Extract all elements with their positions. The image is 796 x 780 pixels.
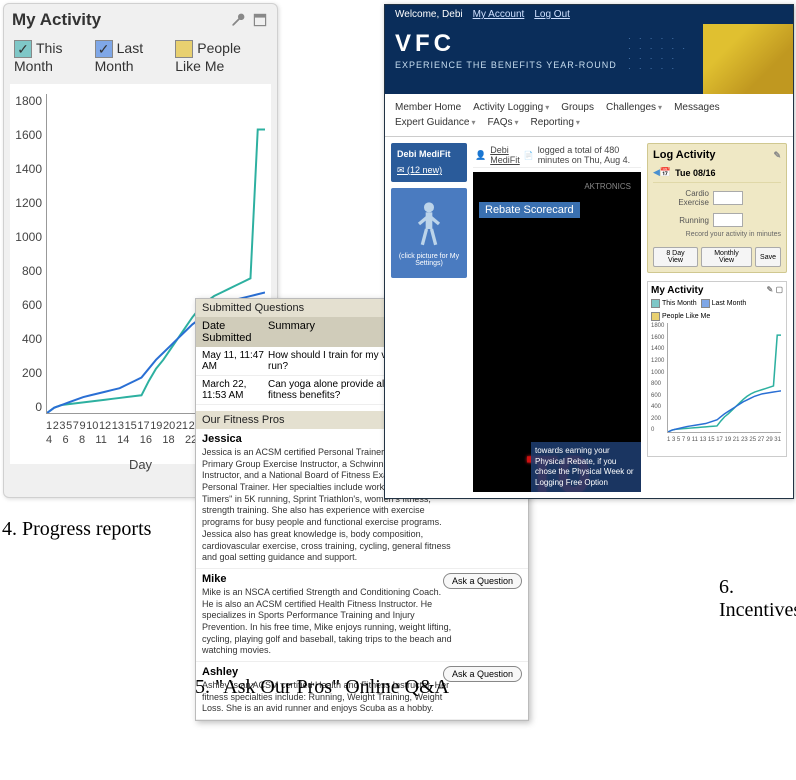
ask-question-button[interactable]: Ask a Question bbox=[443, 573, 522, 589]
user-card: Debi MediFit ✉ (12 new) bbox=[391, 143, 467, 182]
8-day-view-button[interactable]: 8 Day View bbox=[653, 247, 698, 267]
welcome-text: Welcome, Debi bbox=[395, 9, 463, 20]
nav-challenges[interactable]: Challenges bbox=[600, 100, 668, 115]
nav-activity-logging[interactable]: Activity Logging bbox=[467, 100, 555, 115]
log-activity-title: Log Activity bbox=[653, 149, 716, 161]
mini-legend: This Month Last Month People Like Me bbox=[651, 299, 783, 321]
mini-activity-title: My Activity bbox=[651, 285, 703, 296]
activity-title: My Activity bbox=[12, 10, 101, 30]
activity-legend: ✓This Month ✓Last Month People Like Me bbox=[4, 36, 277, 84]
activity-tools bbox=[229, 11, 269, 29]
cardio-row: Cardio Exercise bbox=[653, 189, 781, 207]
pro-bio: Mike is an NSCA certified Strength and C… bbox=[202, 587, 452, 657]
vfc-right-column: Log Activity ✎ ◀📅 Tue 08/16 Cardio Exerci… bbox=[647, 143, 787, 492]
legend-last-month[interactable]: ✓Last Month bbox=[95, 40, 166, 74]
mini-tools[interactable]: ✎ ▢ bbox=[767, 285, 783, 296]
mini-legend-lm[interactable]: Last Month bbox=[701, 299, 747, 308]
fitness-pro: Ask a QuestionMikeMike is an NSCA certif… bbox=[196, 569, 528, 662]
log-note: Record your activity in minutes bbox=[653, 231, 781, 239]
scoreboard-brand: AKTRONICS bbox=[584, 182, 631, 191]
legend-this-month[interactable]: ✓This Month bbox=[14, 40, 85, 74]
col-date: Date Submitted bbox=[202, 320, 268, 344]
feed-user[interactable]: Debi MediFit bbox=[490, 145, 520, 165]
avatar-caption: (click picture for My Settings) bbox=[391, 253, 467, 267]
ask-question-button[interactable]: Ask a Question bbox=[443, 666, 522, 682]
mini-legend-plm[interactable]: People Like Me bbox=[651, 312, 710, 321]
vfc-main-nav: Member HomeActivity LoggingGroupsChallen… bbox=[385, 94, 793, 137]
qa-date: March 22, 11:53 AM bbox=[202, 379, 268, 401]
avatar-widget[interactable]: (click picture for My Settings) bbox=[391, 188, 467, 278]
vfc-left-column: Debi MediFit ✉ (12 new) (click picture f… bbox=[391, 143, 467, 492]
nav-member-home[interactable]: Member Home bbox=[389, 100, 467, 115]
rebate-scorecard-label: Rebate Scorecard bbox=[479, 202, 580, 218]
monthly-view-button[interactable]: Monthly View bbox=[701, 247, 752, 267]
nav-reporting[interactable]: Reporting bbox=[525, 115, 586, 130]
vfc-hero: VFC EXPERIENCE THE BENEFITS YEAR-ROUND ·… bbox=[385, 24, 793, 94]
feed-text: logged a total of 480 minutes on Thu, Au… bbox=[538, 145, 639, 165]
rebate-scorecard: Rebate Scorecard AKTRONICS TO towards ea… bbox=[473, 172, 641, 492]
log-buttons: 8 Day View Monthly View Save bbox=[653, 247, 781, 267]
vfc-topbar: Welcome, Debi My Account Log Out bbox=[385, 5, 793, 24]
rebate-progress-note: towards earning your Physical Rebate, if… bbox=[531, 442, 641, 492]
vfc-site: Welcome, Debi My Account Log Out VFC EXP… bbox=[384, 4, 794, 499]
legend-people-like-me[interactable]: People Like Me bbox=[175, 40, 267, 74]
log-date: ◀📅 Tue 08/16 bbox=[653, 167, 781, 183]
nav-faqs[interactable]: FAQs bbox=[482, 115, 525, 130]
log-activity-widget: Log Activity ✎ ◀📅 Tue 08/16 Cardio Exerci… bbox=[647, 143, 787, 273]
cardio-input[interactable] bbox=[713, 191, 743, 205]
cardio-label: Cardio Exercise bbox=[653, 189, 709, 207]
usercard-name: Debi MediFit bbox=[397, 149, 461, 159]
vfc-center-column: 👤 Debi MediFit 📄 logged a total of 480 m… bbox=[473, 143, 641, 492]
mini-activity-panel: My Activity ✎ ▢ This Month Last Month Peo… bbox=[647, 281, 787, 457]
qa-date: May 11, 11:47 AM bbox=[202, 350, 268, 372]
my-account-link[interactable]: My Account bbox=[473, 9, 525, 20]
nav-expert-guidance[interactable]: Expert Guidance bbox=[389, 115, 482, 130]
person-icon: 👤 bbox=[475, 150, 486, 161]
calendar-icon[interactable]: ◀📅 bbox=[653, 167, 671, 178]
messages-link[interactable]: ✉ (12 new) bbox=[397, 165, 461, 176]
activity-feed-item: 👤 Debi MediFit 📄 logged a total of 480 m… bbox=[473, 143, 641, 168]
mini-chart: 180016001400120010008006004002000 135791… bbox=[651, 323, 783, 453]
log-out-link[interactable]: Log Out bbox=[534, 9, 570, 20]
caption-incentives: 6. Incentives bbox=[719, 576, 796, 622]
flower-image bbox=[703, 24, 793, 94]
running-input[interactable] bbox=[713, 213, 743, 227]
save-button[interactable]: Save bbox=[755, 247, 781, 267]
caption-progress-reports: 4. Progress reports bbox=[2, 518, 151, 541]
activity-header: My Activity bbox=[4, 4, 277, 36]
nav-messages[interactable]: Messages bbox=[668, 100, 726, 115]
running-row: Running bbox=[653, 213, 781, 227]
running-label: Running bbox=[653, 216, 709, 225]
decorative-dots: · · · · ·· · · · · ·· · · · ·· · · · · bbox=[628, 34, 698, 84]
mini-legend-tm[interactable]: This Month bbox=[651, 299, 697, 308]
nav-groups[interactable]: Groups bbox=[555, 100, 600, 115]
wrench-icon[interactable] bbox=[229, 11, 247, 29]
wrench-icon[interactable]: ✎ bbox=[773, 150, 781, 161]
caption-ask-our-pros: 5. "Ask Our Pros" Online Q&A bbox=[195, 676, 449, 699]
feed-badge-icon: 📄 bbox=[524, 151, 534, 160]
collapse-icon[interactable] bbox=[251, 11, 269, 29]
vfc-body: Debi MediFit ✉ (12 new) (click picture f… bbox=[385, 137, 793, 498]
